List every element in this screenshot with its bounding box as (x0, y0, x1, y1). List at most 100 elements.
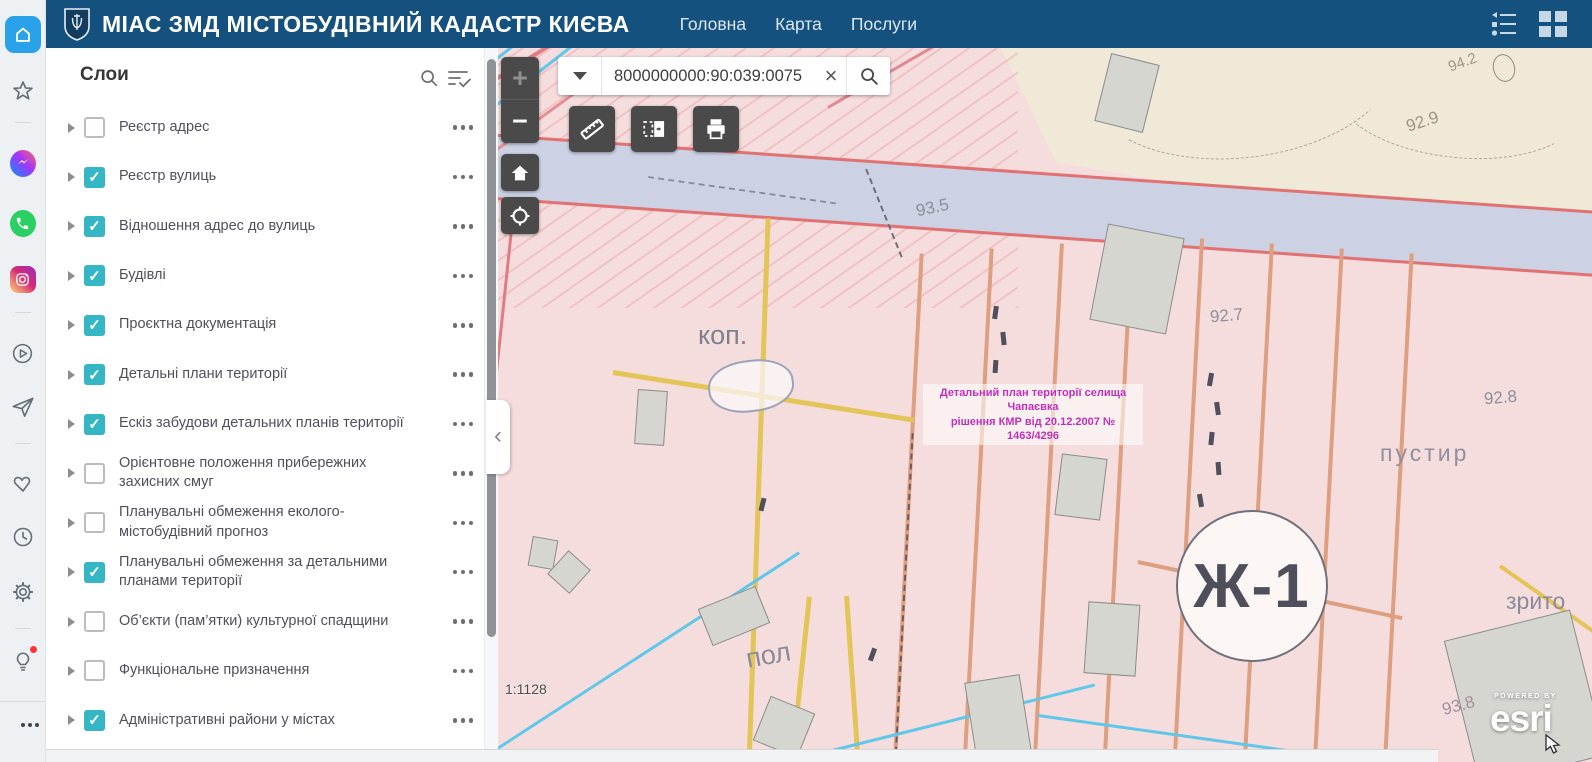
zoom-out-button[interactable] (501, 100, 539, 143)
clock-history-icon[interactable] (10, 524, 36, 550)
expand-arrow-icon[interactable] (68, 567, 75, 577)
layer-row[interactable]: Ескіз забудови детальних планів територі… (46, 399, 484, 448)
layer-checkbox[interactable] (84, 414, 105, 435)
layer-checkbox[interactable] (84, 562, 105, 583)
layer-row[interactable]: Реєстр адрес (46, 103, 484, 152)
layer-checkbox[interactable] (84, 167, 105, 188)
layer-menu-icon[interactable] (450, 619, 476, 624)
scrollbar-thumb[interactable] (487, 59, 496, 637)
whatsapp-icon[interactable] (10, 210, 36, 236)
heart-icon[interactable] (10, 470, 36, 496)
search-submit-button[interactable] (846, 57, 890, 95)
swipe-compare-button[interactable] (631, 106, 677, 152)
filter-check-icon[interactable] (446, 67, 472, 89)
layer-checkbox[interactable] (84, 710, 105, 731)
search-bar (558, 57, 890, 95)
home-extent-button[interactable] (501, 154, 539, 191)
layer-menu-icon[interactable] (450, 175, 476, 180)
layer-row[interactable]: Об’єкти (пам’ятки) культурної спадщини (46, 597, 484, 646)
search-icon[interactable] (418, 67, 440, 89)
expand-arrow-icon[interactable] (68, 419, 75, 429)
map-canvas[interactable]: Ж-1 коп. 93.5 92.7 92.8 92.9 94.2 пустир… (498, 48, 1592, 762)
layer-row[interactable]: Відношення адрес до вулиць (46, 202, 484, 251)
layer-menu-icon[interactable] (450, 274, 476, 279)
layer-label: Адміністративні райони у містах (119, 711, 335, 731)
layer-row[interactable]: Будівлі (46, 251, 484, 300)
expand-arrow-icon[interactable] (68, 370, 75, 380)
expand-arrow-icon[interactable] (68, 123, 75, 133)
layer-checkbox[interactable] (84, 463, 105, 484)
layer-checkbox[interactable] (84, 512, 105, 533)
bottom-scroll-strip[interactable] (46, 749, 1438, 762)
clear-search-icon[interactable] (816, 63, 846, 89)
layer-row[interactable]: Адміністративні райони у містах (46, 696, 484, 745)
layer-row[interactable]: Планувальні обмеження еколого-містобудів… (46, 498, 484, 547)
expand-arrow-icon[interactable] (68, 221, 75, 231)
layer-checkbox[interactable] (84, 611, 105, 632)
expand-arrow-icon[interactable] (68, 715, 75, 725)
home-icon[interactable] (5, 16, 41, 53)
layer-checkbox[interactable] (84, 216, 105, 237)
measure-ruler-button[interactable] (569, 106, 615, 152)
layer-label: Орієнтовне положення прибережних захисни… (119, 454, 419, 493)
layer-row[interactable]: Функціональне призначення (46, 646, 484, 695)
expand-arrow-icon[interactable] (68, 468, 75, 478)
panel-collapse-tab[interactable] (486, 400, 510, 474)
layer-checkbox[interactable] (84, 117, 105, 138)
messenger-icon[interactable] (10, 150, 36, 176)
layers-panel-title: Слои (80, 64, 129, 86)
layer-row[interactable]: Проєктна документація (46, 301, 484, 350)
divider (15, 312, 31, 313)
expand-arrow-icon[interactable] (68, 518, 75, 528)
layer-menu-icon[interactable] (450, 422, 476, 427)
layer-menu-icon[interactable] (450, 125, 476, 130)
layer-label: Детальні плани території (119, 365, 287, 385)
expand-arrow-icon[interactable] (68, 172, 75, 182)
zoom-in-button[interactable] (501, 57, 539, 100)
lightbulb-icon[interactable] (10, 648, 36, 674)
expand-arrow-icon[interactable] (68, 666, 75, 676)
layer-row[interactable]: Орієнтовне положення прибережних захисни… (46, 449, 484, 498)
print-button[interactable] (693, 106, 739, 152)
nav-home[interactable]: Головна (680, 14, 747, 35)
divider (0, 701, 46, 702)
play-video-icon[interactable] (10, 340, 36, 366)
layer-row[interactable]: Планувальні обмеження за детальними план… (46, 548, 484, 597)
more-icon[interactable] (10, 712, 36, 738)
locate-button[interactable] (501, 197, 539, 234)
search-type-dropdown[interactable] (558, 57, 602, 95)
layers-panel: Слои Реєстр адрес Реєстр вулиць Відношен… (46, 48, 498, 762)
layer-checkbox[interactable] (84, 265, 105, 286)
layer-checkbox[interactable] (84, 315, 105, 336)
dpt-annotation-line2: рішення КМР від 20.12.2007 № 1463/4296 (924, 415, 1142, 444)
instagram-icon[interactable] (10, 266, 36, 292)
layer-row[interactable]: Детальні плани території (46, 350, 484, 399)
map-label: пол (744, 636, 794, 674)
layer-menu-icon[interactable] (450, 718, 476, 723)
search-input[interactable] (602, 67, 816, 86)
send-icon[interactable] (10, 394, 36, 420)
legend-icon[interactable] (1490, 11, 1518, 37)
layer-menu-icon[interactable] (450, 471, 476, 476)
layer-label: Реєстр вулиць (119, 167, 216, 187)
layer-row[interactable]: Реєстр вулиць (46, 152, 484, 201)
gear-icon[interactable] (10, 579, 36, 605)
nav-map[interactable]: Карта (775, 14, 822, 35)
expand-arrow-icon[interactable] (68, 320, 75, 330)
expand-arrow-icon[interactable] (68, 617, 75, 627)
layer-menu-icon[interactable] (450, 521, 476, 526)
layer-menu-icon[interactable] (450, 372, 476, 377)
layer-label: Планувальні обмеження за детальними план… (119, 553, 419, 592)
nav-services[interactable]: Послуги (851, 14, 917, 35)
layer-menu-icon[interactable] (450, 224, 476, 229)
layer-menu-icon[interactable] (450, 669, 476, 674)
layer-checkbox[interactable] (84, 364, 105, 385)
notification-dot (29, 645, 38, 654)
layer-menu-icon[interactable] (450, 323, 476, 328)
layer-menu-icon[interactable] (450, 570, 476, 575)
app-title: МІАС ЗМД МІСТОБУДІВНИЙ КАДАСТР КИЄВА (102, 11, 630, 38)
apps-grid-icon[interactable] (1538, 10, 1568, 38)
layer-checkbox[interactable] (84, 660, 105, 681)
expand-arrow-icon[interactable] (68, 271, 75, 281)
star-icon[interactable] (10, 78, 36, 104)
